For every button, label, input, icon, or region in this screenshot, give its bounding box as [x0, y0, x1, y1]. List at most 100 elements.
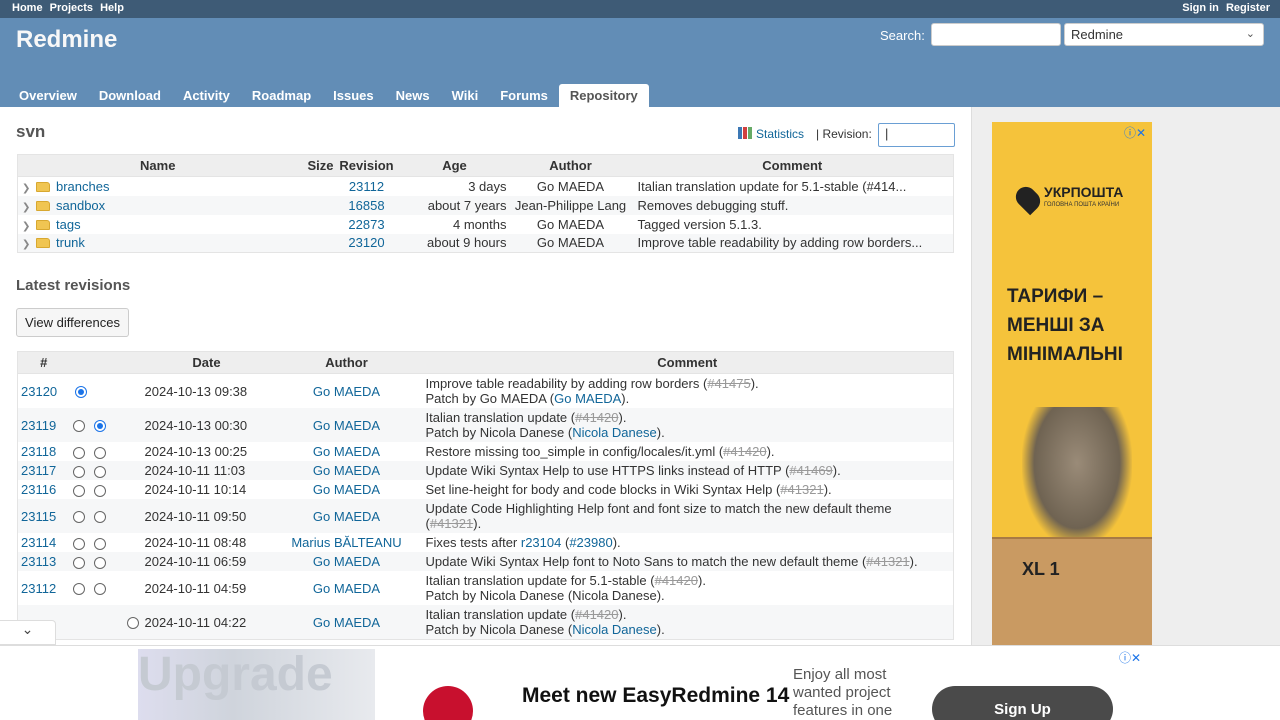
radio-to[interactable] — [94, 556, 107, 569]
col-name: Name — [17, 154, 298, 177]
issue-link[interactable]: #41420 — [575, 410, 618, 425]
revision-id-link[interactable]: 23119 — [21, 418, 56, 433]
table-row: 23115 2024-10-11 09:50 Go MAEDA Update C… — [17, 499, 954, 533]
radio-to[interactable] — [94, 583, 107, 596]
revision-id-link[interactable]: 23117 — [21, 463, 56, 478]
register-link[interactable]: Register — [1226, 2, 1270, 14]
revision-id-link[interactable]: 23118 — [21, 444, 56, 459]
tab-issues[interactable]: Issues — [322, 84, 384, 107]
project-select[interactable]: Redmine ⌄ — [1064, 23, 1264, 46]
revision-link[interactable]: 23120 — [348, 235, 384, 250]
radio-to[interactable] — [94, 511, 107, 524]
author-link[interactable]: Go MAEDA — [313, 463, 380, 478]
revision-id-link[interactable]: 23115 — [21, 509, 56, 524]
tab-forums[interactable]: Forums — [489, 84, 559, 107]
view-differences-button[interactable]: View differences — [16, 308, 129, 337]
home-link[interactable]: Home — [12, 2, 43, 14]
ad-info-icon[interactable]: ⓘ✕ — [1119, 649, 1141, 666]
revision-id-link[interactable]: 23113 — [21, 554, 56, 569]
date-cell: 2024-10-11 10:14 — [141, 480, 272, 499]
chevron-right-icon[interactable]: ❯ — [22, 221, 36, 232]
chevron-right-icon[interactable]: ❯ — [22, 183, 36, 194]
revision-id-link[interactable]: 23120 — [21, 384, 57, 399]
radio-to[interactable] — [126, 617, 139, 630]
issue-link[interactable]: #41321 — [430, 516, 473, 531]
entry-link[interactable]: tags — [56, 217, 81, 232]
issue-link[interactable]: #41321 — [780, 482, 823, 497]
author-link[interactable]: Go MAEDA — [313, 581, 380, 596]
ad-info-icon[interactable]: ⓘ✕ — [1124, 124, 1146, 141]
issue-link[interactable]: #41420 — [655, 573, 698, 588]
user-link[interactable]: Go MAEDA — [554, 391, 621, 406]
tab-roadmap[interactable]: Roadmap — [241, 84, 322, 107]
tab-repository[interactable]: Repository — [558, 84, 649, 107]
revision-ref-link[interactable]: r23104 — [521, 535, 561, 550]
author-link[interactable]: Marius BĂLTEANU — [291, 535, 401, 550]
top-menu: Home Projects Help Sign in Register — [0, 0, 1280, 18]
entry-link[interactable]: trunk — [56, 235, 85, 250]
revision-id-link[interactable]: 23114 — [21, 535, 56, 550]
author-link[interactable]: Go MAEDA — [313, 444, 380, 459]
chevron-right-icon[interactable]: ❯ — [22, 239, 36, 250]
radio-to[interactable] — [94, 484, 107, 497]
radio-to[interactable] — [94, 446, 107, 459]
radio-from[interactable] — [72, 511, 85, 524]
revision-id-link[interactable]: 23112 — [21, 581, 56, 596]
statistics-link[interactable]: Statistics — [738, 127, 804, 141]
radio-to[interactable] — [94, 465, 107, 478]
table-row: ❯ tags 22873 4 months Go MAEDA Tagged ver… — [17, 214, 954, 234]
issue-link[interactable]: #41475 — [707, 376, 750, 391]
comment-cell: Update Code Highlighting Help font and f… — [421, 499, 954, 533]
author-link[interactable]: Go MAEDA — [313, 615, 380, 630]
revision-link[interactable]: 16858 — [348, 198, 384, 213]
comment-cell: Update Wiki Syntax Help to use HTTPS lin… — [421, 461, 954, 480]
search-input[interactable] — [931, 23, 1061, 46]
entry-link[interactable]: sandbox — [56, 198, 105, 213]
radio-from[interactable] — [72, 465, 85, 478]
ad-signup-button[interactable]: Sign Up — [932, 686, 1113, 720]
revision-input[interactable]: | — [878, 123, 955, 147]
revision-id-link[interactable]: 23116 — [21, 482, 56, 497]
bottom-ad[interactable]: Upgrade Meet new EasyRedmine 14 Enjoy al… — [0, 645, 1280, 720]
projects-link[interactable]: Projects — [50, 2, 93, 14]
radio-to[interactable] — [94, 420, 107, 433]
radio-from[interactable] — [74, 386, 87, 399]
radio-from[interactable] — [72, 537, 85, 550]
entry-link[interactable]: branches — [56, 179, 109, 194]
sign-in-link[interactable]: Sign in — [1182, 2, 1219, 14]
author-link[interactable]: Go MAEDA — [313, 482, 380, 497]
issue-link[interactable]: #41321 — [866, 554, 909, 569]
user-link[interactable]: Nicola Danese — [572, 425, 657, 440]
author-link[interactable]: Go MAEDA — [313, 418, 380, 433]
author-link[interactable]: Go MAEDA — [313, 554, 380, 569]
issue-link[interactable]: #41469 — [789, 463, 832, 478]
radio-to[interactable] — [94, 537, 107, 550]
radio-from[interactable] — [72, 583, 85, 596]
radio-from[interactable] — [72, 446, 85, 459]
entries-table: Name Size Revision Age Author Comment ❯ b… — [17, 154, 954, 253]
site-title[interactable]: Redmine — [16, 26, 117, 54]
tab-download[interactable]: Download — [88, 84, 172, 107]
issue-link[interactable]: #41420 — [723, 444, 766, 459]
radio-from[interactable] — [72, 484, 85, 497]
issue-link[interactable]: #23980 — [569, 535, 612, 550]
tab-wiki[interactable]: Wiki — [441, 84, 490, 107]
tab-activity[interactable]: Activity — [172, 84, 241, 107]
comment-cell: Improve table readability by adding row … — [631, 233, 954, 253]
folder-icon — [36, 181, 50, 192]
tab-news[interactable]: News — [385, 84, 441, 107]
user-link[interactable]: Nicola Danese — [572, 622, 657, 637]
revision-link[interactable]: 22873 — [348, 217, 384, 232]
issue-link[interactable]: #41420 — [575, 607, 618, 622]
help-link[interactable]: Help — [100, 2, 124, 14]
author-link[interactable]: Go MAEDA — [313, 384, 380, 399]
tab-overview[interactable]: Overview — [8, 84, 88, 107]
radio-from[interactable] — [72, 420, 85, 433]
sidebar-ad[interactable]: ⓘ✕ УКРПОШТА ГОЛОВНА ПОШТА КРАЇНИ ТАРИФИ … — [992, 122, 1152, 645]
author-link[interactable]: Go MAEDA — [313, 509, 380, 524]
radio-from[interactable] — [72, 556, 85, 569]
chevron-right-icon[interactable]: ❯ — [22, 202, 36, 213]
revision-label: | Revision: — [816, 127, 872, 141]
collapse-ad-button[interactable]: ⌄ — [0, 620, 56, 645]
revision-link[interactable]: 23112 — [349, 179, 384, 194]
